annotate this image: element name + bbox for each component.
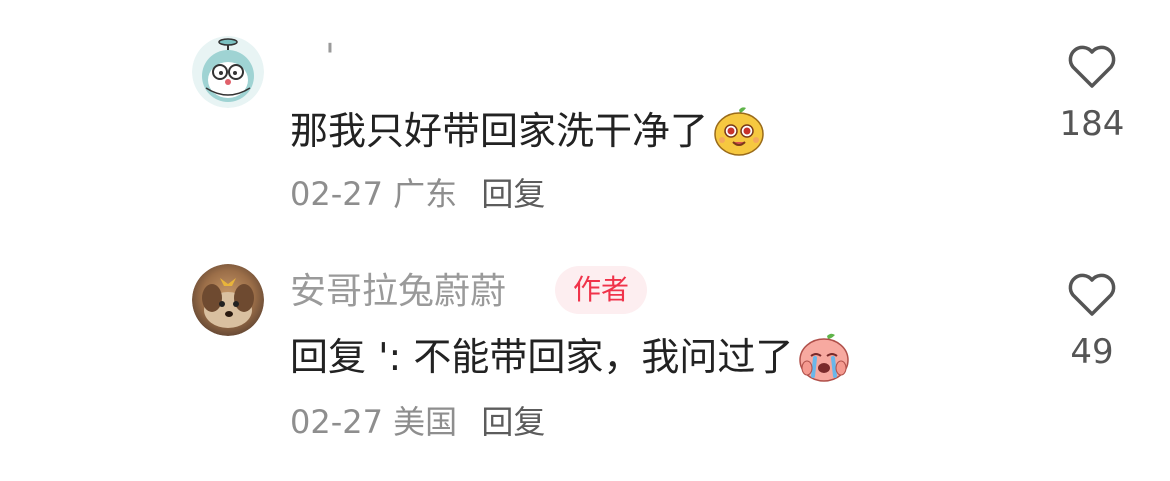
username[interactable]: 安哥拉兔蔚蔚: [290, 270, 506, 314]
like-count: 49: [1070, 332, 1114, 372]
heart-outline-icon[interactable]: [1066, 42, 1118, 90]
like-button[interactable]: 184: [1052, 42, 1132, 146]
comment-text-body: 那我只好带回家洗干净了: [290, 109, 709, 153]
comment-meta: 02-27 广东 回复: [290, 174, 545, 214]
comment-item: 安哥拉兔蔚蔚 作者 回复 ': 不能带回家，我问过了 02-27 美国 回复 4…: [0, 240, 1170, 481]
author-badge: 作者: [555, 266, 648, 314]
comment-text-body: 回复 ': 不能带回家，我问过了: [290, 335, 794, 379]
comment-text[interactable]: 回复 ': 不能带回家，我问过了: [290, 330, 851, 384]
comment-location: 美国: [393, 403, 458, 441]
cartoon-cat-avatar-icon: [192, 36, 264, 108]
comment-item: ' 那我只好带回家洗干净了 02-27 广东 回复 184: [0, 0, 1170, 240]
puppy-photo-avatar-icon: [192, 264, 264, 336]
avatar[interactable]: [192, 264, 264, 336]
heart-outline-icon[interactable]: [1066, 270, 1118, 318]
username[interactable]: ': [325, 36, 335, 80]
reply-button[interactable]: 回复: [481, 403, 545, 441]
like-count: 184: [1059, 104, 1125, 144]
comment-location: 广东: [393, 175, 458, 213]
reply-button[interactable]: 回复: [481, 175, 545, 213]
like-button[interactable]: 49: [1052, 270, 1132, 374]
mango-smile-emoji-icon: [714, 107, 764, 156]
avatar[interactable]: [192, 36, 264, 108]
comment-date: 02-27: [290, 175, 383, 213]
comment-meta: 02-27 美国 回复: [290, 402, 545, 442]
comment-text[interactable]: 那我只好带回家洗干净了: [290, 104, 766, 158]
comment-date: 02-27: [290, 403, 383, 441]
crying-peach-emoji-icon: [799, 333, 850, 382]
